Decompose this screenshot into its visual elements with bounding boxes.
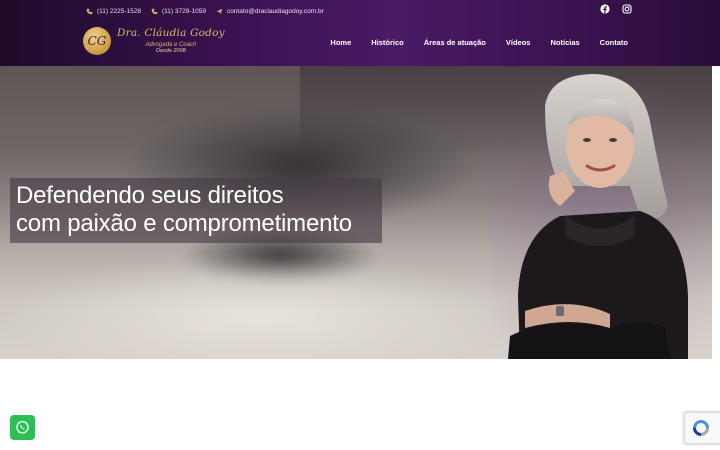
phone-2[interactable]: (11) 3729-1059 — [151, 8, 206, 15]
phone-icon — [151, 8, 158, 15]
logo-subtitle: Advogada e Coach — [145, 41, 197, 48]
social-links — [600, 4, 632, 14]
whatsapp-button[interactable] — [10, 415, 35, 440]
logo-text: Dra. Cláudia Godoy Advogada e Coach Desd… — [117, 28, 225, 54]
phone-1-text: (11) 2225-1528 — [97, 7, 141, 15]
hero-headline: Defendendo seus direitos com paixão e co… — [10, 178, 382, 243]
phone-2-text: (11) 3729-1059 — [161, 7, 206, 15]
logo-monogram: CG — [83, 27, 111, 55]
facebook-icon[interactable] — [600, 4, 610, 14]
hero-background-book — [0, 256, 520, 359]
recaptcha-icon — [693, 420, 709, 436]
nav-contato[interactable]: Contato — [600, 38, 628, 47]
phone-icon — [86, 8, 93, 15]
headline-line-1: Defendendo seus direitos — [16, 182, 284, 209]
headline-line-2: com paixão e comprometimento — [16, 210, 352, 237]
site-logo[interactable]: CG Dra. Cláudia Godoy Advogada e Coach D… — [83, 27, 225, 55]
phone-1[interactable]: (11) 2225-1528 — [86, 8, 141, 15]
nav-videos[interactable]: Vídeos — [506, 38, 531, 47]
instagram-icon[interactable] — [622, 4, 632, 14]
main-nav: Home Histórico Áreas de atuação Vídeos N… — [330, 38, 628, 47]
nav-areas-de-atuacao[interactable]: Áreas de atuação — [424, 38, 486, 47]
logo-since: Desde 2008 — [156, 47, 186, 54]
email-text: contato@draclaudiagodoy.com.br — [226, 7, 324, 15]
logo-name: Dra. Cláudia Godoy — [117, 27, 225, 39]
whatsapp-icon — [16, 420, 29, 434]
hero-banner: Defendendo seus direitos com paixão e co… — [0, 66, 712, 359]
email-link[interactable]: contato@draclaudiagodoy.com.br — [216, 8, 324, 15]
recaptcha-badge[interactable] — [684, 412, 720, 444]
contact-topbar: (11) 2225-1528 (11) 3729-1059 contato@dr… — [86, 5, 324, 17]
site-header: (11) 2225-1528 (11) 3729-1059 contato@dr… — [0, 0, 720, 66]
send-icon — [216, 8, 223, 15]
nav-noticias[interactable]: Notícias — [550, 38, 579, 47]
nav-home[interactable]: Home — [330, 38, 351, 47]
nav-historico[interactable]: Histórico — [371, 38, 404, 47]
lawyer-portrait — [490, 66, 712, 359]
